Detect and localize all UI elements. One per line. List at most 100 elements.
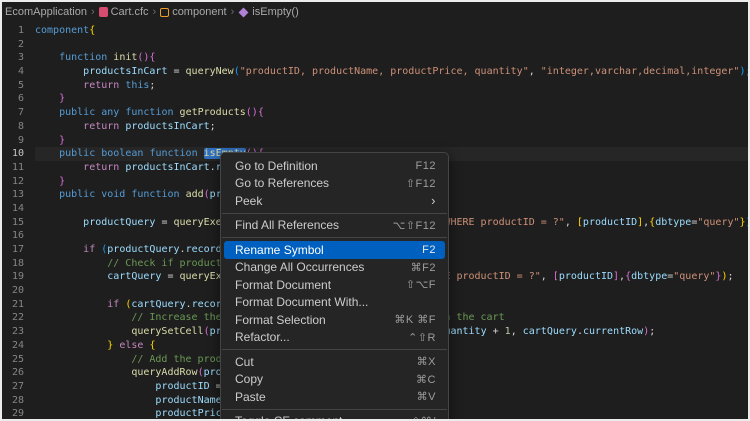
line-number[interactable]: 12 [2,175,24,189]
menu-item-label: Paste [235,390,266,404]
code-token: if [107,299,119,310]
line-number[interactable]: 10 [2,147,24,161]
code-line[interactable]: } [35,92,748,106]
menu-shortcut: ⌃⇧R [408,331,436,344]
line-number[interactable]: 6 [2,92,24,106]
code-token: productPrice [155,408,227,419]
line-number[interactable]: 21 [2,298,24,312]
code-token: dbtype [631,271,667,282]
menu-item-peek[interactable]: Peek› [224,192,445,210]
menu-item-cut[interactable]: Cut⌘X [224,353,445,371]
breadcrumb-item[interactable]: isEmpty() [252,6,298,18]
code-token [35,408,155,419]
code-token: { [149,340,155,351]
code-token: function [59,52,107,63]
breadcrumb-item[interactable]: Cart.cfc [111,6,149,18]
line-number[interactable]: 29 [2,407,24,419]
code-line[interactable]: } [35,134,748,148]
menu-item-label: Rename Symbol [235,243,324,257]
line-number[interactable]: 20 [2,284,24,298]
line-number[interactable]: 24 [2,339,24,353]
code-token [35,326,131,337]
code-token: add [186,189,204,200]
menu-item-go-to-definition[interactable]: Go to Definition F12 [224,157,445,175]
context-menu: Go to DefinitionF12Go to References⇧F12P… [220,152,449,421]
code-line[interactable]: return this; [35,79,748,93]
line-number[interactable]: 16 [2,229,24,243]
code-line[interactable]: return productsInCart; [35,120,748,134]
gutter: 1234567891011121314151617181920212223242… [2,22,24,419]
code-token [35,395,155,406]
line-number[interactable]: 5 [2,79,24,93]
menu-item-format-document[interactable]: Format Document⇧⌥F [224,276,445,294]
line-number[interactable]: 22 [2,311,24,325]
menu-item-refactor[interactable]: Refactor... ⌃⇧R [224,329,445,347]
menu-item-paste[interactable]: Paste ⌘V [224,388,445,406]
menu-item-label: Refactor... [235,330,290,344]
line-number[interactable]: 2 [2,38,24,52]
menu-shortcut: ⌘V [417,390,436,403]
breadcrumb-item[interactable]: EcomApplication [5,6,87,18]
line-number[interactable]: 3 [2,51,24,65]
code-token [35,258,107,269]
code-line[interactable]: component{ [35,24,748,38]
code-token [35,354,131,365]
menu-shortcut: ⌘X [417,355,436,368]
code-token [35,244,83,255]
menu-item-label: Go to References [235,176,329,190]
line-number[interactable]: 14 [2,202,24,216]
code-token: "query" [697,217,739,228]
line-number[interactable]: 9 [2,134,24,148]
code-line[interactable] [35,38,748,52]
menu-item-copy[interactable]: Copy⌘C [224,371,445,389]
line-number[interactable]: 23 [2,325,24,339]
line-number[interactable]: 7 [2,106,24,120]
line-number[interactable]: 19 [2,270,24,284]
menu-item-toggle-cf-comment[interactable]: Toggle CF comment⇧⌘/ [224,413,445,421]
code-token [35,312,131,323]
menu-item-label: Toggle CF comment [235,414,342,421]
line-number[interactable]: 15 [2,216,24,230]
line-number[interactable]: 26 [2,366,24,380]
code-token: this [125,80,149,91]
code-token [35,340,107,351]
menu-item-format-selection[interactable]: Format Selection⌘K ⌘F [224,311,445,329]
line-number[interactable]: 11 [2,161,24,175]
menu-item-format-document-with[interactable]: Format Document With... [224,294,445,312]
code-token: , [529,66,541,77]
breadcrumb-separator-icon: › [91,6,95,18]
class-symbol-icon [160,8,169,17]
line-number[interactable]: 4 [2,65,24,79]
code-line[interactable]: public any function getProducts(){ [35,106,748,120]
line-number[interactable]: 8 [2,120,24,134]
line-number[interactable]: 1 [2,24,24,38]
line-number[interactable]: 17 [2,243,24,257]
code-token: } [59,93,65,104]
code-token: void [101,189,125,200]
code-token: "productID, productName, productPrice, q… [240,66,529,77]
menu-separator [222,409,447,410]
code-token [35,66,83,77]
menu-shortcut: F2 [422,244,436,256]
line-number[interactable]: 18 [2,257,24,271]
code-token: { [89,25,95,36]
line-number[interactable]: 28 [2,394,24,408]
menu-item-find-all-references[interactable]: Find All References⌥⇧F12 [224,217,445,235]
line-number[interactable]: 25 [2,353,24,367]
code-token: init [113,52,137,63]
line-number[interactable]: 13 [2,188,24,202]
menu-item-label: Format Document With... [235,295,368,309]
menu-item-label: Go to Definition [235,159,318,173]
code-token [35,189,59,200]
code-line[interactable]: function init(){ [35,51,748,65]
menu-item-rename-symbol[interactable]: Rename Symbol F2 [224,241,445,259]
menu-item-change-all-occurrences[interactable]: Change All Occurrences⌘F2 [224,259,445,277]
menu-shortcut: F12 [416,160,436,172]
code-token: ; [745,66,748,77]
code-line[interactable]: productsInCart = queryNew("productID, pr… [35,65,748,79]
menu-item-go-to-references[interactable]: Go to References⇧F12 [224,175,445,193]
line-number[interactable]: 27 [2,380,24,394]
breadcrumb-item[interactable]: component [172,6,226,18]
breadcrumb-separator-icon: › [153,6,157,18]
code-token: queryAddRow [131,367,197,378]
